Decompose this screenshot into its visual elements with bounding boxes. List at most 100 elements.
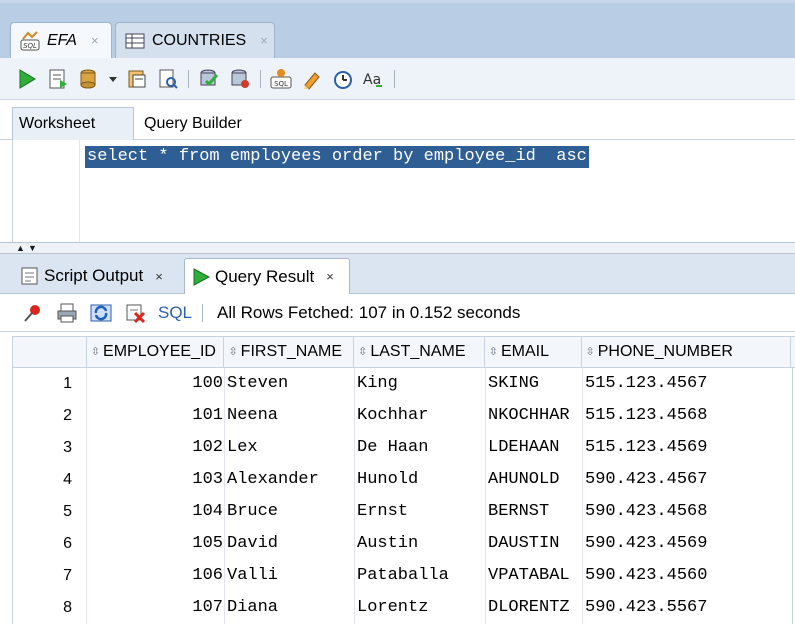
column-header-first-name[interactable]: ⇳ FIRST_NAME bbox=[224, 337, 355, 367]
run-script-icon[interactable] bbox=[45, 66, 71, 92]
sql-tuning-icon[interactable] bbox=[227, 66, 253, 92]
cell-employee-id[interactable]: 107 bbox=[87, 592, 225, 624]
clear-results-icon[interactable] bbox=[122, 300, 148, 326]
cell-email[interactable]: BERNST bbox=[486, 496, 583, 528]
pane-splitter[interactable]: ▲ ▼ bbox=[0, 242, 795, 254]
cell-last-name[interactable]: King bbox=[355, 368, 486, 400]
cell-first-name[interactable]: Alexander bbox=[225, 464, 355, 496]
toolbar-separator bbox=[188, 69, 189, 88]
cell-last-name[interactable]: Pataballa bbox=[355, 560, 486, 592]
table-row[interactable]: 4 103 Alexander Hunold AHUNOLD 590.423.4… bbox=[13, 464, 795, 496]
cell-employee-id[interactable]: 106 bbox=[87, 560, 225, 592]
format-icon[interactable]: Aa bbox=[361, 66, 387, 92]
explain-plan-icon[interactable] bbox=[155, 66, 181, 92]
column-header-phone-number[interactable]: ⇳ PHONE_NUMBER bbox=[582, 337, 791, 367]
sql-statement[interactable]: select * from employees order by employe… bbox=[85, 146, 589, 168]
cell-email[interactable]: LDEHAAN bbox=[486, 432, 583, 464]
sort-icon[interactable]: ⇳ bbox=[489, 347, 498, 358]
cell-email[interactable]: NKOCHHAR bbox=[486, 400, 583, 432]
cell-email[interactable]: SKING bbox=[486, 368, 583, 400]
cell-phone-number[interactable]: 590.423.4567 bbox=[583, 464, 793, 496]
cell-last-name[interactable]: Kochhar bbox=[355, 400, 486, 432]
sql-editor[interactable]: select * from employees order by employe… bbox=[12, 140, 795, 242]
row-number: 1 bbox=[13, 368, 87, 400]
unshared-sql-icon[interactable]: SQL bbox=[268, 66, 294, 92]
close-icon[interactable]: × bbox=[91, 33, 99, 48]
cell-first-name[interactable]: Valli bbox=[225, 560, 355, 592]
cell-employee-id[interactable]: 104 bbox=[87, 496, 225, 528]
cell-first-name[interactable]: Lex bbox=[225, 432, 355, 464]
history-icon[interactable] bbox=[330, 66, 356, 92]
collapse-up-icon[interactable]: ▲ bbox=[16, 244, 25, 253]
cell-phone-number[interactable]: 590.423.4569 bbox=[583, 528, 793, 560]
row-number-header bbox=[13, 337, 87, 367]
table-row[interactable]: 5 104 Bruce Ernst BERNST 590.423.4568 bbox=[13, 496, 795, 528]
table-row[interactable]: 2 101 Neena Kochhar NKOCHHAR 515.123.456… bbox=[13, 400, 795, 432]
dropdown-arrow-icon[interactable] bbox=[107, 66, 119, 92]
table-row[interactable]: 8 107 Diana Lorentz DLORENTZ 590.423.556… bbox=[13, 592, 795, 624]
cell-phone-number[interactable]: 515.123.4567 bbox=[583, 368, 793, 400]
worksheet-toolbar: SQL Aa bbox=[0, 58, 795, 100]
table-row[interactable]: 3 102 Lex De Haan LDEHAAN 515.123.4569 bbox=[13, 432, 795, 464]
table-row[interactable]: 1 100 Steven King SKING 515.123.4567 bbox=[13, 368, 795, 400]
cell-email[interactable]: DLORENTZ bbox=[486, 592, 583, 624]
cell-last-name[interactable]: Lorentz bbox=[355, 592, 486, 624]
cell-last-name[interactable]: Hunold bbox=[355, 464, 486, 496]
cell-email[interactable]: AHUNOLD bbox=[486, 464, 583, 496]
autotrace-icon[interactable] bbox=[196, 66, 222, 92]
refresh-icon[interactable] bbox=[88, 300, 114, 326]
commit-icon[interactable] bbox=[76, 66, 102, 92]
line-gutter bbox=[13, 140, 80, 242]
print-icon[interactable] bbox=[54, 300, 80, 326]
results-grid: ⇳ EMPLOYEE_ID ⇳ FIRST_NAME ⇳ LAST_NAME ⇳ EMA… bbox=[12, 336, 795, 624]
column-header-email[interactable]: ⇳ EMAIL bbox=[485, 337, 582, 367]
tab-query-result[interactable]: Query Result × bbox=[184, 258, 350, 294]
run-statement-icon[interactable] bbox=[14, 66, 40, 92]
cell-employee-id[interactable]: 102 bbox=[87, 432, 225, 464]
cell-phone-number[interactable]: 590.423.4568 bbox=[583, 496, 793, 528]
table-row[interactable]: 6 105 David Austin DAUSTIN 590.423.4569 bbox=[13, 528, 795, 560]
result-toolbar: SQL All Rows Fetched: 107 in 0.152 secon… bbox=[0, 294, 795, 332]
cell-employee-id[interactable]: 100 bbox=[87, 368, 225, 400]
cell-last-name[interactable]: Ernst bbox=[355, 496, 486, 528]
pin-icon[interactable] bbox=[20, 300, 46, 326]
sort-icon[interactable]: ⇳ bbox=[358, 347, 367, 358]
cell-phone-number[interactable]: 590.423.4560 bbox=[583, 560, 793, 592]
cell-phone-number[interactable]: 590.423.5567 bbox=[583, 592, 793, 624]
close-icon[interactable]: × bbox=[155, 269, 163, 284]
sort-icon[interactable]: ⇳ bbox=[91, 347, 100, 358]
clear-icon[interactable] bbox=[299, 66, 325, 92]
cell-employee-id[interactable]: 105 bbox=[87, 528, 225, 560]
collapse-down-icon[interactable]: ▼ bbox=[28, 244, 37, 253]
row-number: 6 bbox=[13, 528, 87, 560]
tab-query-result-label: Query Result bbox=[215, 266, 315, 286]
cell-last-name[interactable]: Austin bbox=[355, 528, 486, 560]
tab-query-builder[interactable]: Query Builder bbox=[138, 107, 278, 140]
sort-icon[interactable]: ⇳ bbox=[228, 347, 237, 358]
close-icon[interactable]: × bbox=[260, 33, 268, 48]
table-row[interactable]: 7 106 Valli Pataballa VPATABAL 590.423.4… bbox=[13, 560, 795, 592]
rollback-icon[interactable] bbox=[124, 66, 150, 92]
cell-first-name[interactable]: Bruce bbox=[225, 496, 355, 528]
cell-employee-id[interactable]: 103 bbox=[87, 464, 225, 496]
cell-first-name[interactable]: David bbox=[225, 528, 355, 560]
close-icon[interactable]: × bbox=[326, 269, 334, 284]
script-output-icon bbox=[20, 266, 40, 286]
cell-first-name[interactable]: Neena bbox=[225, 400, 355, 432]
sort-icon[interactable]: ⇳ bbox=[586, 347, 595, 358]
cell-last-name[interactable]: De Haan bbox=[355, 432, 486, 464]
cell-first-name[interactable]: Steven bbox=[225, 368, 355, 400]
cell-email[interactable]: DAUSTIN bbox=[486, 528, 583, 560]
column-header-employee-id[interactable]: ⇳ EMPLOYEE_ID bbox=[87, 337, 225, 367]
tab-worksheet[interactable]: Worksheet bbox=[12, 107, 134, 140]
cell-phone-number[interactable]: 515.123.4569 bbox=[583, 432, 793, 464]
tab-countries[interactable]: COUNTRIES × bbox=[115, 22, 275, 58]
tab-efa[interactable]: SQL EFA × bbox=[10, 22, 112, 58]
cell-first-name[interactable]: Diana bbox=[225, 592, 355, 624]
sql-link[interactable]: SQL bbox=[158, 303, 192, 323]
cell-phone-number[interactable]: 515.123.4568 bbox=[583, 400, 793, 432]
tab-script-output[interactable]: Script Output × bbox=[14, 258, 180, 294]
column-header-last-name[interactable]: ⇳ LAST_NAME bbox=[354, 337, 485, 367]
cell-email[interactable]: VPATABAL bbox=[486, 560, 583, 592]
cell-employee-id[interactable]: 101 bbox=[87, 400, 225, 432]
